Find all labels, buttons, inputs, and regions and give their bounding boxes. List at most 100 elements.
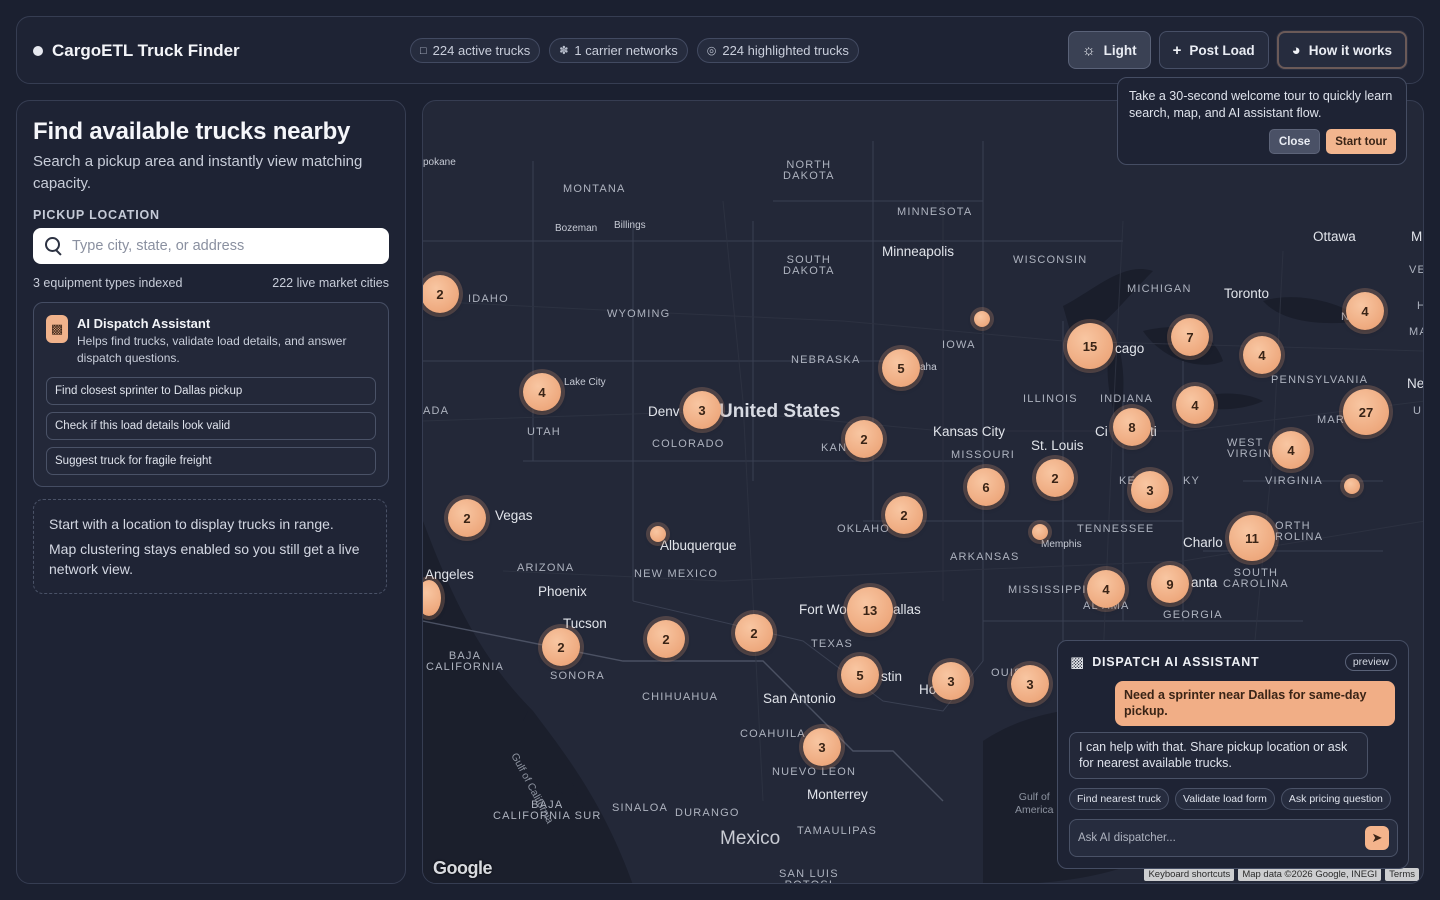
truck-cluster[interactable]: 4	[1346, 292, 1384, 330]
truck-cluster[interactable]: 3	[683, 391, 721, 429]
label-sonora: SONORA	[550, 670, 605, 682]
truck-cluster[interactable]: 7	[1171, 318, 1209, 356]
truck-cluster[interactable]: 13	[847, 587, 893, 633]
truck-cluster[interactable]: 4	[1272, 431, 1310, 469]
post-load-label: Post Load	[1189, 42, 1255, 58]
truck-cluster[interactable]: 9	[1151, 565, 1189, 603]
truck-cluster[interactable]: 3	[932, 662, 970, 700]
suggestion-fragile-freight[interactable]: Suggest truck for fragile freight	[46, 447, 376, 475]
how-it-works-button[interactable]: ◕ How it works	[1276, 31, 1407, 69]
label-ma-frag: MA	[1409, 326, 1423, 338]
suggestion-validate-load[interactable]: Check if this load details look valid	[46, 412, 376, 440]
truck-cluster[interactable]: 2	[423, 275, 459, 313]
ai-dispatch-card: ▩ AI Dispatch Assistant Helps find truck…	[33, 302, 389, 487]
truck-cluster[interactable]: 2	[845, 420, 883, 458]
stat-label: 1 carrier networks	[574, 43, 678, 58]
truck-cluster[interactable]: 2	[1036, 459, 1074, 497]
label-kansas-frag: KAN	[821, 442, 848, 454]
city-albuquerque: Albuquerque	[660, 538, 737, 553]
truck-cluster[interactable]: 27	[1343, 389, 1389, 435]
welcome-tour-popover: Take a 30-second welcome tour to quickly…	[1117, 77, 1407, 165]
truck-cluster[interactable]: 6	[967, 468, 1005, 506]
top-bar: CargoETL Truck Finder □ 224 active truck…	[16, 16, 1424, 84]
dispatch-ai-chat: ▩ DISPATCH AI ASSISTANT preview Need a s…	[1057, 640, 1409, 869]
city-las-vegas: Vegas	[495, 508, 533, 523]
search-icon	[45, 237, 63, 255]
truck-cluster[interactable]: 4	[523, 373, 561, 411]
brand: CargoETL Truck Finder	[33, 17, 240, 85]
city-billings: Billings	[614, 220, 646, 231]
truck-cluster[interactable]: 2	[885, 496, 923, 534]
truck-cluster[interactable]: 4	[1243, 336, 1281, 374]
label-nuevo-leon: NUEVO LEON	[772, 766, 857, 778]
city-san-antonio: San Antonio	[763, 691, 836, 706]
search-panel: Find available trucks nearby Search a pi…	[16, 100, 406, 884]
quick-action-validate-load[interactable]: Validate load form	[1175, 788, 1275, 810]
truck-marker[interactable]	[650, 526, 666, 542]
label-san-luis-potosi: SAN LUIS POTOSI	[779, 868, 839, 884]
pickup-location-input[interactable]	[72, 238, 352, 254]
label-coahuila: COAHUILA	[740, 728, 806, 740]
light-theme-button[interactable]: ☼ Light	[1067, 31, 1151, 69]
truck-cluster[interactable]: 2	[448, 499, 486, 537]
google-logo: Google	[433, 858, 493, 878]
label-tennessee: TENNESSEE	[1077, 523, 1155, 535]
truck-cluster[interactable]: 2	[542, 628, 580, 666]
map-data-attribution: Map data ©2026 Google, INEGI	[1238, 868, 1382, 881]
truck-cluster[interactable]: 4	[1176, 386, 1214, 424]
start-tour-button[interactable]: Start tour	[1326, 129, 1396, 154]
truck-cluster[interactable]: 2	[647, 620, 685, 658]
truck-cluster[interactable]: 5	[882, 349, 920, 387]
label-arizona: ARIZONA	[517, 562, 575, 574]
truck-icon: □	[420, 44, 427, 57]
truck-cluster[interactable]: 3	[1131, 471, 1169, 509]
truck-marker[interactable]	[974, 311, 990, 327]
city-st-louis: St. Louis	[1031, 438, 1084, 453]
robot-icon: ▩	[1070, 654, 1085, 671]
city-minneapolis: Minneapolis	[882, 244, 955, 259]
light-label: Light	[1103, 42, 1137, 58]
lightbulb-icon: ◕	[1291, 41, 1301, 59]
city-monterrey: Monterrey	[807, 787, 868, 802]
truck-marker[interactable]	[1032, 524, 1048, 540]
post-load-button[interactable]: + Post Load	[1158, 31, 1269, 69]
chat-input[interactable]	[1078, 832, 1365, 844]
label-chihuahua: CHIHUAHUA	[642, 691, 719, 703]
label-durango: DURANGO	[675, 807, 740, 819]
city-fort-worth: Fort Wo	[799, 602, 847, 617]
label-nevada-frag: ADA	[423, 405, 450, 417]
city-ne-frag: Ne	[1407, 376, 1424, 391]
truck-marker[interactable]	[1344, 478, 1360, 494]
quick-action-nearest-truck[interactable]: Find nearest truck	[1069, 788, 1170, 810]
tour-actions: Close Start tour	[1268, 129, 1396, 154]
terms-link[interactable]: Terms	[1385, 868, 1419, 881]
suggestion-closest-sprinter[interactable]: Find closest sprinter to Dallas pickup	[46, 377, 376, 405]
label-h-frag: H	[1417, 300, 1423, 312]
truck-cluster[interactable]: 5	[841, 656, 879, 694]
city-spokane: pokane	[423, 157, 456, 168]
truck-cluster[interactable]: 11	[1229, 515, 1275, 561]
tour-close-button[interactable]: Close	[1268, 129, 1321, 154]
stats-row: □ 224 active trucks ✽ 1 carrier networks…	[410, 38, 859, 63]
label-sinaloa: SINALOA	[612, 802, 669, 814]
truck-cluster[interactable]: 3	[803, 728, 841, 766]
city-tucson: Tucson	[563, 616, 607, 631]
send-icon[interactable]: ➤	[1365, 826, 1389, 850]
label-michigan: MICHIGAN	[1127, 283, 1192, 295]
assistant-message: I can help with that. Share pickup locat…	[1069, 732, 1368, 779]
truck-cluster[interactable]: 4	[1087, 570, 1125, 608]
truck-cluster[interactable]: 8	[1113, 408, 1151, 446]
how-it-works-label: How it works	[1308, 42, 1392, 58]
truck-cluster[interactable]: 2	[735, 614, 773, 652]
truck-cluster[interactable]: 15	[1067, 323, 1113, 369]
label-tamaulipas: TAMAULIPAS	[797, 825, 878, 837]
quick-action-pricing[interactable]: Ask pricing question	[1280, 788, 1391, 810]
label-north-carolina: ORTH ROLINA	[1275, 520, 1324, 543]
empty-state-line-2: Map clustering stays enabled so you stil…	[49, 541, 360, 577]
label-texas: TEXAS	[811, 638, 854, 650]
pickup-search-box[interactable]	[33, 228, 389, 264]
city-cincinnati-b: ti	[1150, 424, 1157, 439]
truck-cluster[interactable]: 3	[1011, 665, 1049, 703]
keyboard-shortcuts-link[interactable]: Keyboard shortcuts	[1144, 868, 1235, 881]
label-pennsylvania: PENNSYLVANIA	[1271, 374, 1369, 386]
